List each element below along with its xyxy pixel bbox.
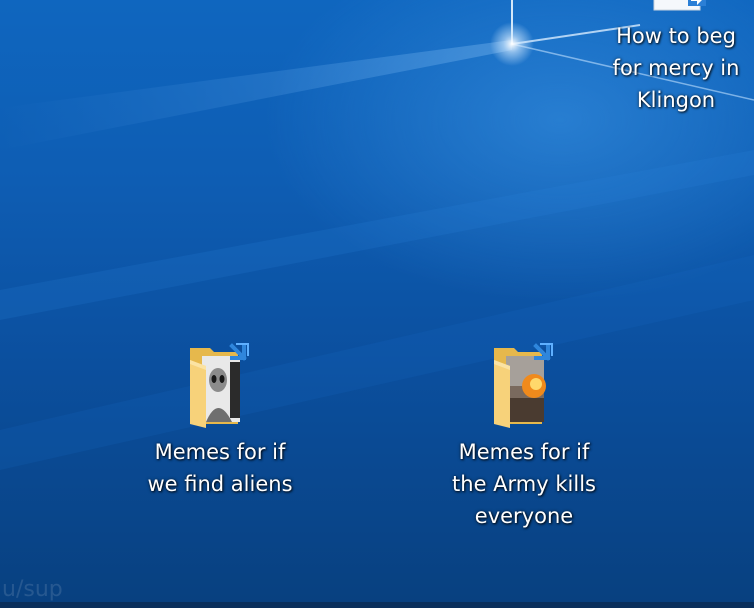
folder-shortcut-icon	[484, 340, 564, 432]
desktop-icon-klingon-file[interactable]: How to beg for mercy in Klingon	[596, 0, 754, 116]
icon-label-line: Memes for if	[458, 440, 590, 464]
icon-label-line: How to beg	[616, 24, 736, 48]
icon-label-line: everyone	[474, 504, 574, 528]
icon-label-line: the Army kills	[452, 472, 596, 496]
folder-shortcut-icon	[180, 340, 260, 432]
icon-label-line: Memes for if	[154, 440, 286, 464]
icon-label-line: Klingon	[636, 88, 716, 112]
icon-label-line: we find aliens	[147, 472, 293, 496]
icon-label-line: for mercy in	[612, 56, 740, 80]
desktop-icon-army-folder[interactable]: Memes for if the Army kills everyone	[444, 340, 604, 532]
watermark-text: u/sup	[2, 577, 63, 602]
taskbar-edge	[0, 602, 754, 608]
desktop-icon-aliens-folder[interactable]: Memes for if we find aliens	[140, 340, 300, 500]
document-icon	[636, 0, 716, 16]
